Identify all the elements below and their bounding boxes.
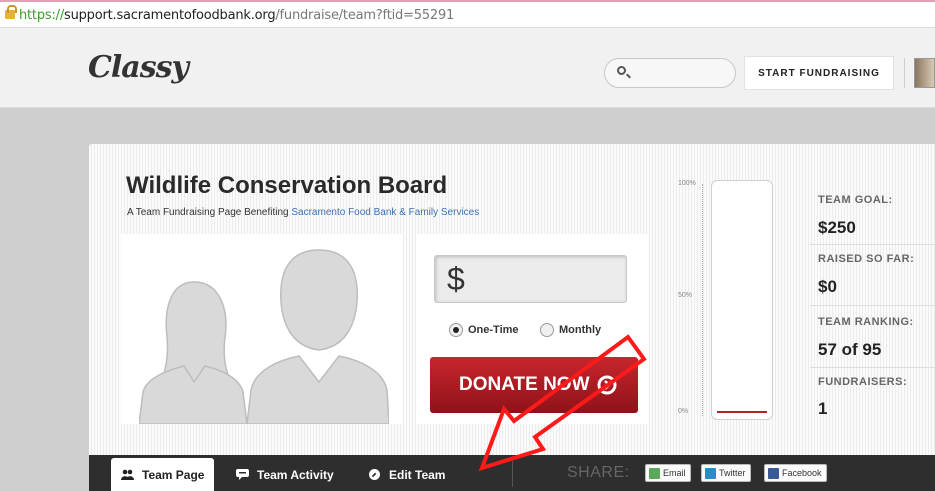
- radio-one-time[interactable]: [449, 323, 463, 337]
- currency-symbol: $: [447, 261, 465, 297]
- stat-value-ranking: 57 of 95: [818, 340, 882, 359]
- tab-team-activity[interactable]: Team Activity: [236, 458, 334, 491]
- browser-url-bar[interactable]: https://support.sacramentofoodbank.org/f…: [0, 0, 935, 28]
- stat-value-goal: $250: [818, 218, 856, 237]
- start-fundraising-button[interactable]: START FUNDRAISING: [744, 56, 894, 90]
- twitter-icon: [705, 467, 716, 479]
- progress-meter: 100% 50% 0%: [676, 180, 776, 420]
- beneficiary-link[interactable]: Sacramento Food Bank & Family Services: [291, 207, 479, 218]
- chevron-right-circle-icon: [597, 375, 617, 395]
- url-path: /fundraise/team?ftid=55291: [275, 8, 455, 23]
- meter-ticks: [702, 184, 703, 416]
- facebook-icon: [768, 467, 779, 479]
- tab-team-page[interactable]: Team Page: [111, 458, 215, 491]
- frequency-one-time[interactable]: One-Time: [449, 323, 519, 337]
- stat-divider: [810, 244, 935, 245]
- stat-label-raised: RAISED SO FAR:: [818, 253, 915, 265]
- radio-monthly[interactable]: [540, 323, 554, 337]
- stat-label-ranking: TEAM RANKING:: [818, 316, 914, 328]
- team-silhouette-icon: [139, 249, 389, 424]
- frequency-monthly[interactable]: Monthly: [540, 323, 601, 337]
- share-email-label: Email: [663, 468, 686, 478]
- stat-value-raised: $0: [818, 277, 837, 296]
- search-input[interactable]: [604, 58, 736, 88]
- site-header: Classy START FUNDRAISING: [0, 28, 935, 108]
- chat-icon: [236, 469, 249, 480]
- share-facebook-label: Facebook: [782, 468, 822, 478]
- stat-divider: [810, 305, 935, 306]
- user-avatar[interactable]: [914, 58, 935, 88]
- donate-now-label: DONATE NOW: [459, 374, 590, 395]
- share-email-button[interactable]: Email: [645, 464, 691, 482]
- subtitle-prefix: A Team Fundraising Page Benefiting: [127, 207, 292, 218]
- meter-label-0: 0%: [678, 408, 689, 415]
- wrench-icon: [369, 469, 380, 480]
- stat-label-goal: TEAM GOAL:: [818, 194, 893, 206]
- stat-value-fundraisers: 1: [818, 399, 828, 418]
- meter-bar: [711, 180, 773, 420]
- donation-form: $ One-Time Monthly DONATE NOW: [416, 234, 649, 424]
- url-protocol: https://: [19, 8, 64, 23]
- share-twitter-button[interactable]: Twitter: [701, 464, 751, 482]
- share-label: SHARE:: [567, 464, 630, 481]
- donate-now-button[interactable]: DONATE NOW: [430, 357, 638, 413]
- share-facebook-button[interactable]: Facebook: [764, 464, 827, 482]
- team-photo: [121, 234, 403, 424]
- header-divider: [904, 58, 905, 88]
- meter-label-50: 50%: [678, 292, 693, 299]
- meter-label-100: 100%: [678, 180, 696, 187]
- radio-one-time-label: One-Time: [468, 324, 519, 336]
- team-title: Wildlife Conservation Board: [126, 172, 448, 199]
- radio-monthly-label: Monthly: [559, 324, 602, 336]
- share-twitter-label: Twitter: [719, 468, 746, 478]
- tabbar-divider: [512, 461, 513, 487]
- tab-edit-team[interactable]: Edit Team: [368, 458, 445, 491]
- tab-team-page-label: Team Page: [142, 467, 205, 482]
- users-icon: [121, 469, 134, 480]
- search-icon: [617, 66, 626, 75]
- team-nav-bar: Team Page Team Activity Edit Team SHARE:…: [89, 455, 935, 491]
- url-text[interactable]: https://support.sacramentofoodbank.org/f…: [19, 8, 454, 23]
- meter-fill: [717, 411, 767, 413]
- email-icon: [649, 467, 660, 479]
- donation-amount-input[interactable]: $: [434, 255, 627, 303]
- url-host: support.sacramentofoodbank.org: [64, 8, 276, 23]
- stat-divider: [810, 367, 935, 368]
- tab-edit-team-label: Edit Team: [389, 467, 446, 482]
- lock-icon: [5, 5, 17, 19]
- classy-logo[interactable]: Classy: [88, 50, 189, 85]
- team-subtitle: A Team Fundraising Page Benefiting Sacra…: [127, 207, 479, 218]
- stat-label-fundraisers: FUNDRAISERS:: [818, 376, 908, 388]
- tab-team-activity-label: Team Activity: [257, 467, 334, 482]
